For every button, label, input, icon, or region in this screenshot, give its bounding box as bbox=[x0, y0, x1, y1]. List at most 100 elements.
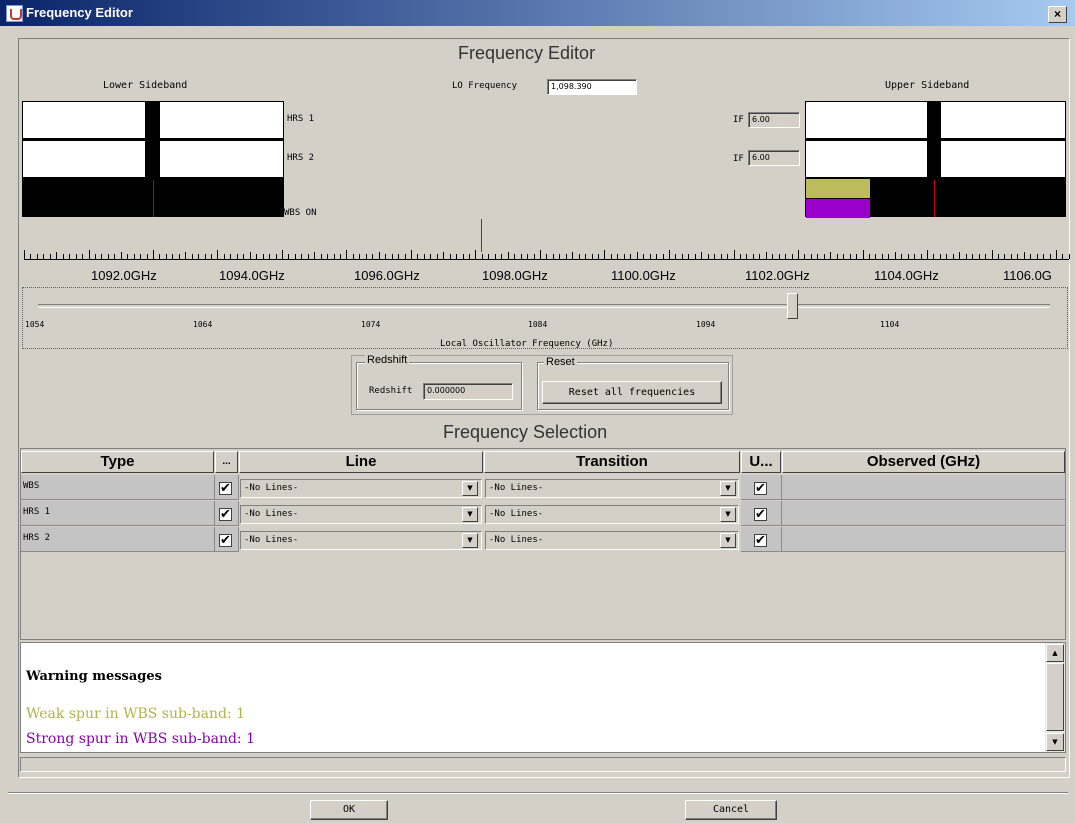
slider-label: 1074 bbox=[361, 320, 381, 329]
scrollbar-thumb[interactable] bbox=[1046, 663, 1064, 731]
ruler-tick bbox=[895, 252, 896, 259]
lower-lo-marker bbox=[153, 180, 154, 217]
java-app-icon bbox=[6, 5, 23, 22]
ruler-tick bbox=[282, 250, 283, 259]
ruler-tick bbox=[185, 252, 186, 259]
hrs2-if-field[interactable]: 6.00 bbox=[748, 150, 800, 166]
lo-position-marker bbox=[481, 219, 482, 252]
row-observed bbox=[782, 527, 1066, 552]
redshift-field[interactable]: 0.000000 bbox=[423, 383, 513, 400]
lo-slider-track[interactable] bbox=[38, 304, 1050, 308]
upper-lo-marker bbox=[934, 180, 935, 217]
column-header-transition[interactable]: Transition bbox=[484, 451, 740, 473]
reset-group-label: Reset bbox=[544, 356, 577, 368]
ruler-tick bbox=[121, 252, 122, 259]
transition-dropdown[interactable]: -No Lines- bbox=[485, 505, 739, 524]
lo-frequency-field[interactable]: 1,098.390 bbox=[547, 79, 637, 95]
lower-hrs1-band-a bbox=[23, 102, 145, 138]
ruler-tick bbox=[1069, 254, 1070, 259]
chevron-down-icon[interactable]: ▼ bbox=[462, 533, 478, 548]
lower-sideband-label: Lower Sideband bbox=[103, 80, 188, 91]
frequency-selection-title: Frequency Selection bbox=[443, 422, 608, 442]
axis-tick-label: 1092.0GHz bbox=[91, 268, 157, 283]
ruler-tick bbox=[701, 252, 702, 259]
chevron-down-icon[interactable]: ▼ bbox=[720, 481, 736, 496]
row-type: WBS bbox=[21, 475, 215, 500]
chevron-down-icon[interactable]: ▼ bbox=[720, 507, 736, 522]
row-use-checkbox[interactable]: ✔ bbox=[754, 508, 767, 521]
cancel-button[interactable]: Cancel bbox=[685, 800, 777, 820]
scroll-up-icon[interactable]: ▲ bbox=[1046, 644, 1064, 662]
ruler-tick bbox=[572, 252, 573, 259]
row-observed bbox=[782, 501, 1066, 526]
axis-tick-label: 1098.0GHz bbox=[482, 268, 548, 283]
column-header-type[interactable]: Type bbox=[21, 451, 214, 473]
hrs2-label: HRS 2 bbox=[287, 153, 315, 163]
window-title: Frequency Editor bbox=[26, 5, 133, 20]
axis-tick-label: 1106.0G bbox=[1003, 268, 1052, 283]
line-dropdown[interactable]: -No Lines- bbox=[240, 479, 482, 498]
ruler-tick bbox=[830, 252, 831, 259]
ruler-baseline bbox=[24, 259, 1069, 260]
ruler-tick bbox=[604, 250, 605, 259]
hrs1-if-field[interactable]: 6.00 bbox=[748, 112, 800, 128]
row-use-checkbox[interactable]: ✔ bbox=[754, 534, 767, 547]
scroll-down-icon[interactable]: ▼ bbox=[1046, 733, 1064, 751]
axis-tick-label: 1104.0GHz bbox=[874, 268, 939, 283]
hrs1-label: HRS 1 bbox=[287, 114, 315, 124]
lo-frequency-label: LO Frequency bbox=[452, 81, 518, 91]
slider-label: 1104 bbox=[880, 320, 900, 329]
warning-title: Warning messages bbox=[26, 669, 162, 684]
ok-button[interactable]: OK bbox=[310, 800, 388, 820]
line-dropdown[interactable]: -No Lines- bbox=[240, 531, 482, 550]
column-header-line[interactable]: Line bbox=[239, 451, 483, 473]
ruler-tick bbox=[379, 252, 380, 259]
chevron-down-icon[interactable]: ▼ bbox=[720, 533, 736, 548]
row-use-checkbox[interactable]: ✔ bbox=[754, 482, 767, 495]
weak-spur-warning: Weak spur in WBS sub-band: 1 bbox=[26, 706, 246, 722]
lower-hrs2-band-b bbox=[160, 141, 283, 177]
transition-dropdown[interactable]: -No Lines- bbox=[485, 479, 739, 498]
transition-dropdown[interactable]: -No Lines- bbox=[485, 531, 739, 550]
chevron-down-icon[interactable]: ▼ bbox=[462, 481, 478, 496]
page-title: Frequency Editor bbox=[458, 43, 596, 63]
upper-sideband-label: Upper Sideband bbox=[885, 80, 970, 91]
upper-hrs2-band-b bbox=[941, 141, 1065, 177]
slider-label: 1064 bbox=[193, 320, 213, 329]
row-enabled-checkbox[interactable]: ✔ bbox=[219, 508, 232, 521]
redshift-field-label: Redshift bbox=[369, 386, 413, 396]
if-label-hrs1: IF bbox=[733, 115, 744, 125]
ruler-tick bbox=[959, 252, 960, 259]
column-header-use[interactable]: U... bbox=[741, 451, 781, 473]
column-header-enabled[interactable]: ... bbox=[215, 451, 238, 473]
if-label-hrs2: IF bbox=[733, 154, 744, 164]
ruler-tick bbox=[153, 250, 154, 259]
row-enabled-checkbox[interactable]: ✔ bbox=[219, 534, 232, 547]
upper-hrs2-band-a bbox=[806, 141, 927, 177]
lo-slider-thumb[interactable] bbox=[786, 293, 798, 319]
row-enabled-checkbox[interactable]: ✔ bbox=[219, 482, 232, 495]
ruler-tick bbox=[24, 250, 25, 259]
ruler-tick bbox=[992, 250, 993, 259]
row-type: HRS 2 bbox=[21, 527, 215, 552]
ruler-tick bbox=[346, 250, 347, 259]
chevron-down-icon[interactable]: ▼ bbox=[462, 507, 478, 522]
ruler-tick bbox=[1024, 252, 1025, 259]
axis-tick-label: 1102.0GHz bbox=[745, 268, 810, 283]
ruler-tick bbox=[927, 250, 928, 259]
upper-hrs1-band-b bbox=[941, 102, 1065, 138]
slider-label: 1084 bbox=[528, 320, 548, 329]
line-dropdown[interactable]: -No Lines- bbox=[240, 505, 482, 524]
ruler-tick bbox=[314, 252, 315, 259]
wbs-on-label: WBS ON bbox=[284, 208, 317, 218]
ruler-tick bbox=[56, 252, 57, 259]
ruler-tick bbox=[508, 252, 509, 259]
lower-hrs2-band-a bbox=[23, 141, 145, 177]
row-type: HRS 1 bbox=[21, 501, 215, 526]
ruler-tick bbox=[798, 250, 799, 259]
column-header-observed[interactable]: Observed (GHz) bbox=[782, 451, 1065, 473]
slider-label: 1094 bbox=[696, 320, 716, 329]
ruler-tick bbox=[443, 252, 444, 259]
reset-all-frequencies-button[interactable]: Reset all frequencies bbox=[542, 381, 722, 404]
close-icon[interactable]: × bbox=[1048, 6, 1067, 23]
